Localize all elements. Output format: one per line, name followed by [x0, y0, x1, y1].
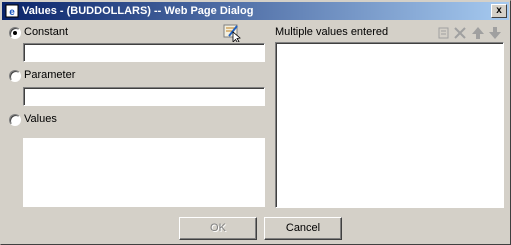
ok-button[interactable]: OK [179, 217, 257, 240]
parameter-label: Parameter [24, 69, 76, 81]
values-label: Values [24, 113, 57, 125]
value-picker-button[interactable] [221, 23, 241, 44]
ie-page-icon: e [5, 4, 19, 18]
constant-radio[interactable] [9, 27, 21, 39]
multiple-values-header: Multiple values entered [275, 26, 389, 38]
multiple-values-list[interactable] [275, 42, 504, 208]
constant-input[interactable] [23, 43, 265, 62]
cancel-button[interactable]: Cancel [264, 217, 342, 240]
value-picker-icon [223, 24, 241, 44]
values-list[interactable] [23, 138, 265, 207]
dialog-window: e Values - (BUDDOLLARS) -- Web Page Dial… [0, 0, 511, 245]
move-down-icon[interactable] [487, 25, 503, 41]
add-icon[interactable] [435, 25, 451, 41]
delete-icon[interactable] [452, 25, 468, 41]
close-button[interactable]: x [491, 4, 507, 18]
window-title: Values - (BUDDOLLARS) -- Web Page Dialog [22, 5, 254, 17]
parameter-input[interactable] [23, 87, 265, 106]
move-up-icon[interactable] [470, 25, 486, 41]
title-bar[interactable]: e Values - (BUDDOLLARS) -- Web Page Dial… [2, 2, 509, 20]
svg-text:e: e [9, 7, 15, 18]
values-radio[interactable] [9, 114, 21, 126]
constant-label: Constant [24, 26, 69, 38]
close-icon: x [496, 5, 502, 16]
parameter-radio[interactable] [9, 70, 21, 82]
